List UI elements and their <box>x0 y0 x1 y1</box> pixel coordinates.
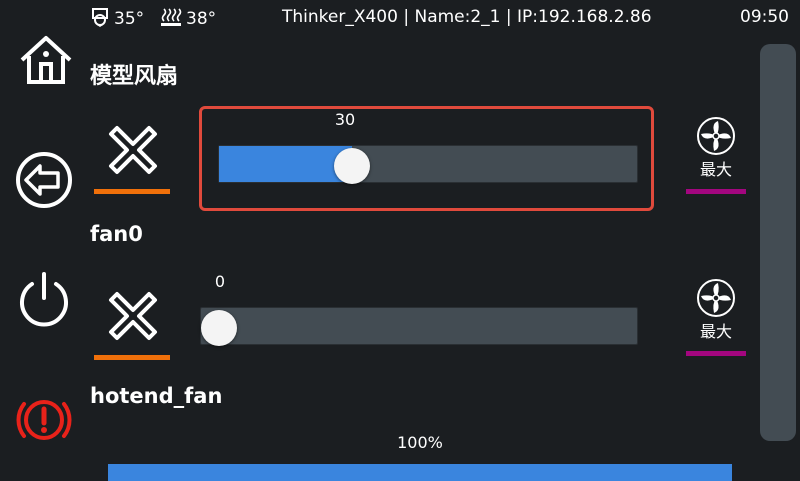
home-icon <box>20 36 72 84</box>
page-title: 模型风扇 <box>90 64 179 89</box>
extruder-temp: 35° <box>90 7 144 29</box>
off-underline <box>94 189 170 194</box>
slider-fill <box>219 146 352 182</box>
hotend-fan-title: hotend_fan <box>90 384 223 408</box>
home-button[interactable] <box>16 32 76 92</box>
back-icon <box>16 152 72 208</box>
device-info: Thinker_X400 | Name:2_1 | IP:192.168.2.8… <box>282 7 652 27</box>
fan0-max-button[interactable]: 最大 <box>685 278 747 356</box>
scrollbar[interactable] <box>760 44 796 441</box>
hotend-fan-bar <box>108 464 732 481</box>
max-label: 最大 <box>699 322 732 341</box>
off-underline <box>94 355 170 360</box>
max-label: 最大 <box>699 160 732 179</box>
fan-speed-value: 30 <box>334 110 356 129</box>
close-icon <box>109 292 157 340</box>
bed-temp: 38° <box>160 7 216 29</box>
fan-max-button[interactable]: 最大 <box>685 116 747 194</box>
emergency-stop-button[interactable] <box>14 392 74 452</box>
fan0-off-button[interactable] <box>94 290 174 360</box>
fan0-speed-slider[interactable] <box>200 307 638 346</box>
bed-temp-value: 38° <box>186 9 217 29</box>
fan0-title: fan0 <box>90 222 143 246</box>
max-underline <box>686 351 746 356</box>
close-icon <box>109 126 157 174</box>
heated-bed-icon <box>161 8 182 26</box>
max-underline <box>686 189 746 194</box>
slider-knob[interactable] <box>334 148 370 184</box>
status-bar: 35° 38° Thinker_X400 | Name:2_1 | IP:192… <box>0 0 800 34</box>
fan0-speed-value: 0 <box>214 272 226 291</box>
fan-off-button[interactable] <box>94 124 174 194</box>
emergency-stop-icon <box>16 400 72 440</box>
fan-speed-slider[interactable] <box>218 145 638 184</box>
extruder-icon <box>92 8 108 27</box>
fan-icon <box>697 117 735 155</box>
power-button[interactable] <box>14 270 74 330</box>
hotend-fan-value: 100% <box>397 433 443 452</box>
slider-knob[interactable] <box>201 310 237 346</box>
clock: 09:50 <box>740 7 789 27</box>
back-button[interactable] <box>14 150 74 210</box>
fan-icon <box>697 279 735 317</box>
extruder-temp-value: 35° <box>114 9 145 29</box>
power-icon <box>20 272 68 327</box>
